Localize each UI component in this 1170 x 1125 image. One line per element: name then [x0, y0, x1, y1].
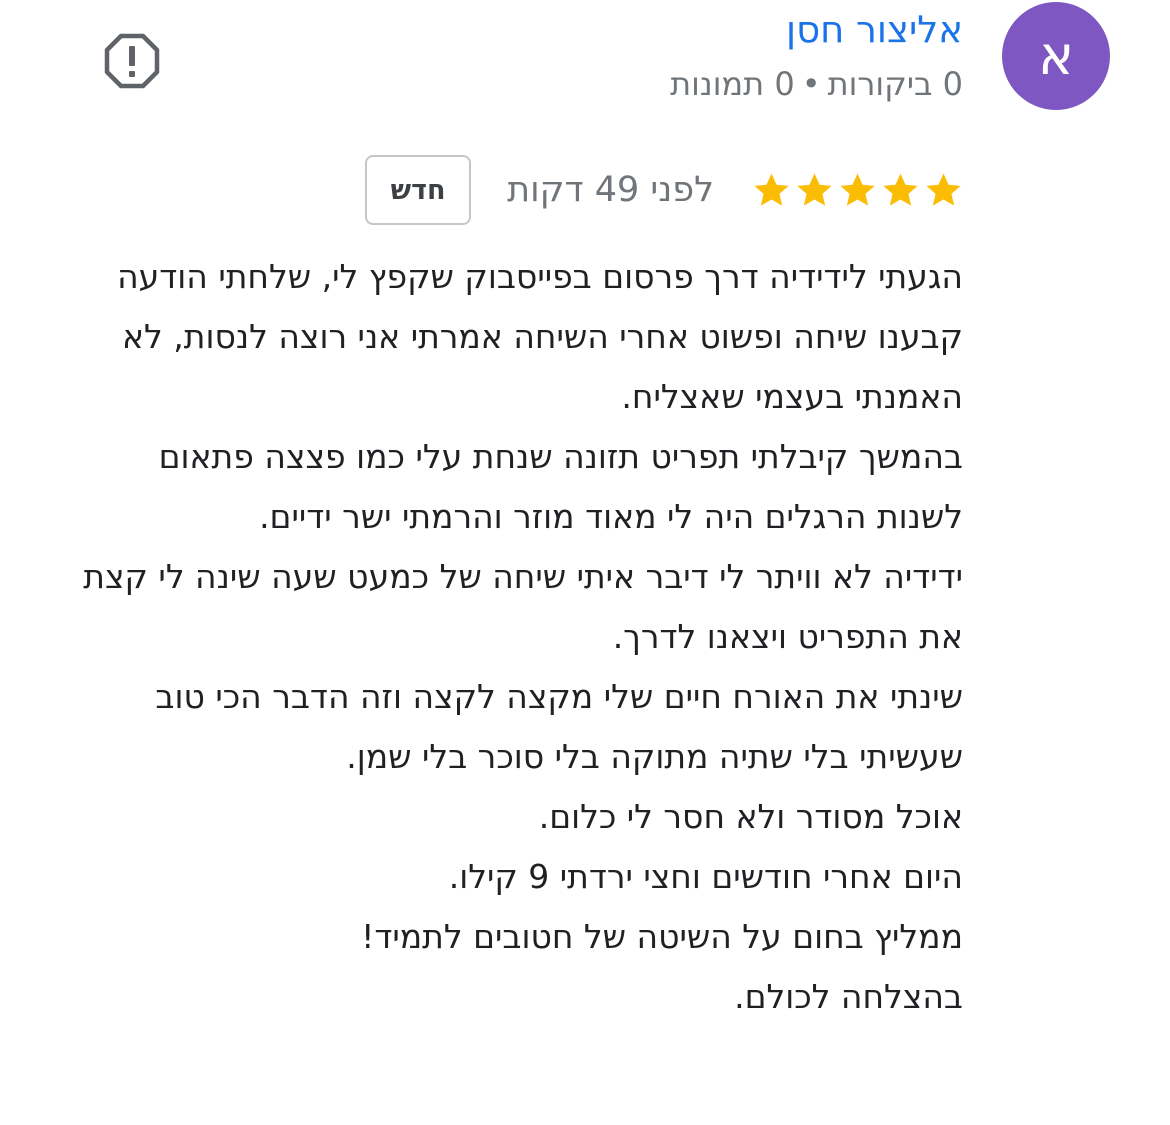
review-paragraph: אוכל מסודר ולא חסר לי כלום. — [538, 797, 963, 836]
review-paragraph: ממליץ בחום על השיטה של חטובים לתמיד! — [361, 917, 963, 956]
star-icon — [797, 172, 832, 206]
review-time: לפני 49 דקות — [507, 170, 714, 210]
report-button[interactable] — [104, 33, 160, 89]
star-icon — [840, 172, 875, 206]
photos-count: 0 תמונות — [670, 65, 795, 103]
avatar-letter: א — [1037, 24, 1075, 87]
review-paragraph: ידידיה לא וויתר לי דיבר איתי שיחה של כמע… — [83, 557, 963, 656]
avatar[interactable]: א — [1002, 2, 1110, 110]
new-badge: חדש — [365, 155, 472, 225]
meta-separator: • — [801, 65, 821, 103]
review-paragraph: שינתי את האורח חיים שלי מקצה לקצה וזה הד… — [155, 677, 963, 776]
star-rating — [752, 171, 963, 210]
report-flag-icon — [104, 33, 160, 89]
star-icon — [754, 172, 789, 206]
star-icon — [926, 172, 961, 206]
rating-row: לפני 49 דקות חדש — [365, 153, 963, 227]
reviews-count: 0 ביקורות — [827, 65, 963, 103]
author-stats: 0 ביקורות•0 תמונות — [670, 62, 963, 106]
review-paragraph: הגעתי לידידיה דרך פרסום בפייסבוק שקפץ לי… — [117, 257, 963, 416]
review-paragraph: בהצלחה לכולם. — [734, 977, 963, 1016]
review-text: הגעתי לידידיה דרך פרסום בפייסבוק שקפץ לי… — [83, 247, 963, 1027]
author-name[interactable]: אליצור חסן — [786, 6, 963, 54]
review-paragraph: בהמשך קיבלתי תפריט תזונה שנחת עלי כמו פצ… — [158, 437, 963, 536]
star-icon — [883, 172, 918, 206]
review-paragraph: היום אחרי חודשים וחצי ירדתי 9 קילו. — [448, 857, 963, 896]
